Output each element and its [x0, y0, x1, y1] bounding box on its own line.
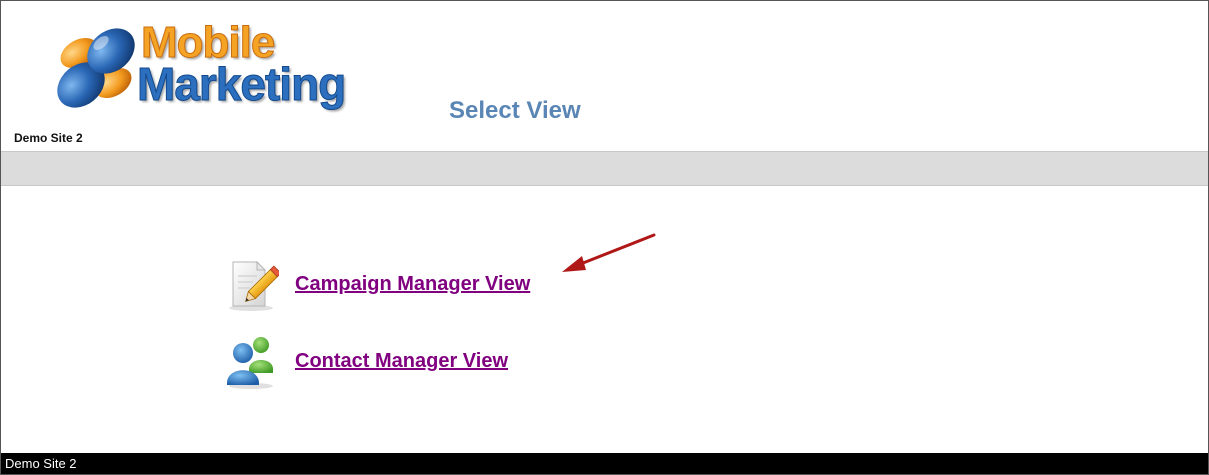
site-name: Demo Site 2 [14, 131, 83, 145]
contact-manager-view-label: Contact Manager View [295, 349, 509, 372]
campaign-manager-view-label: Campaign Manager View [295, 272, 531, 295]
footer-text: Demo Site 2 [5, 456, 77, 471]
footer: Demo Site 2 [1, 453, 1208, 474]
contact-manager-view-link[interactable]: Contact Manager View [223, 333, 623, 389]
edit-document-icon [229, 260, 279, 311]
nav-bar [1, 151, 1208, 186]
header: Mobile Marketing Demo Site 2 Select View [1, 1, 1208, 151]
logo-emblem-icon [57, 28, 135, 108]
contacts-icon [227, 337, 273, 389]
app-window: Mobile Marketing Demo Site 2 Select View [0, 0, 1209, 475]
logo-text-marketing: Marketing [136, 58, 346, 110]
mobile-marketing-logo: Mobile Marketing [51, 19, 351, 134]
red-arrow-annotation-icon [562, 233, 656, 272]
page-title: Select View [449, 97, 581, 124]
